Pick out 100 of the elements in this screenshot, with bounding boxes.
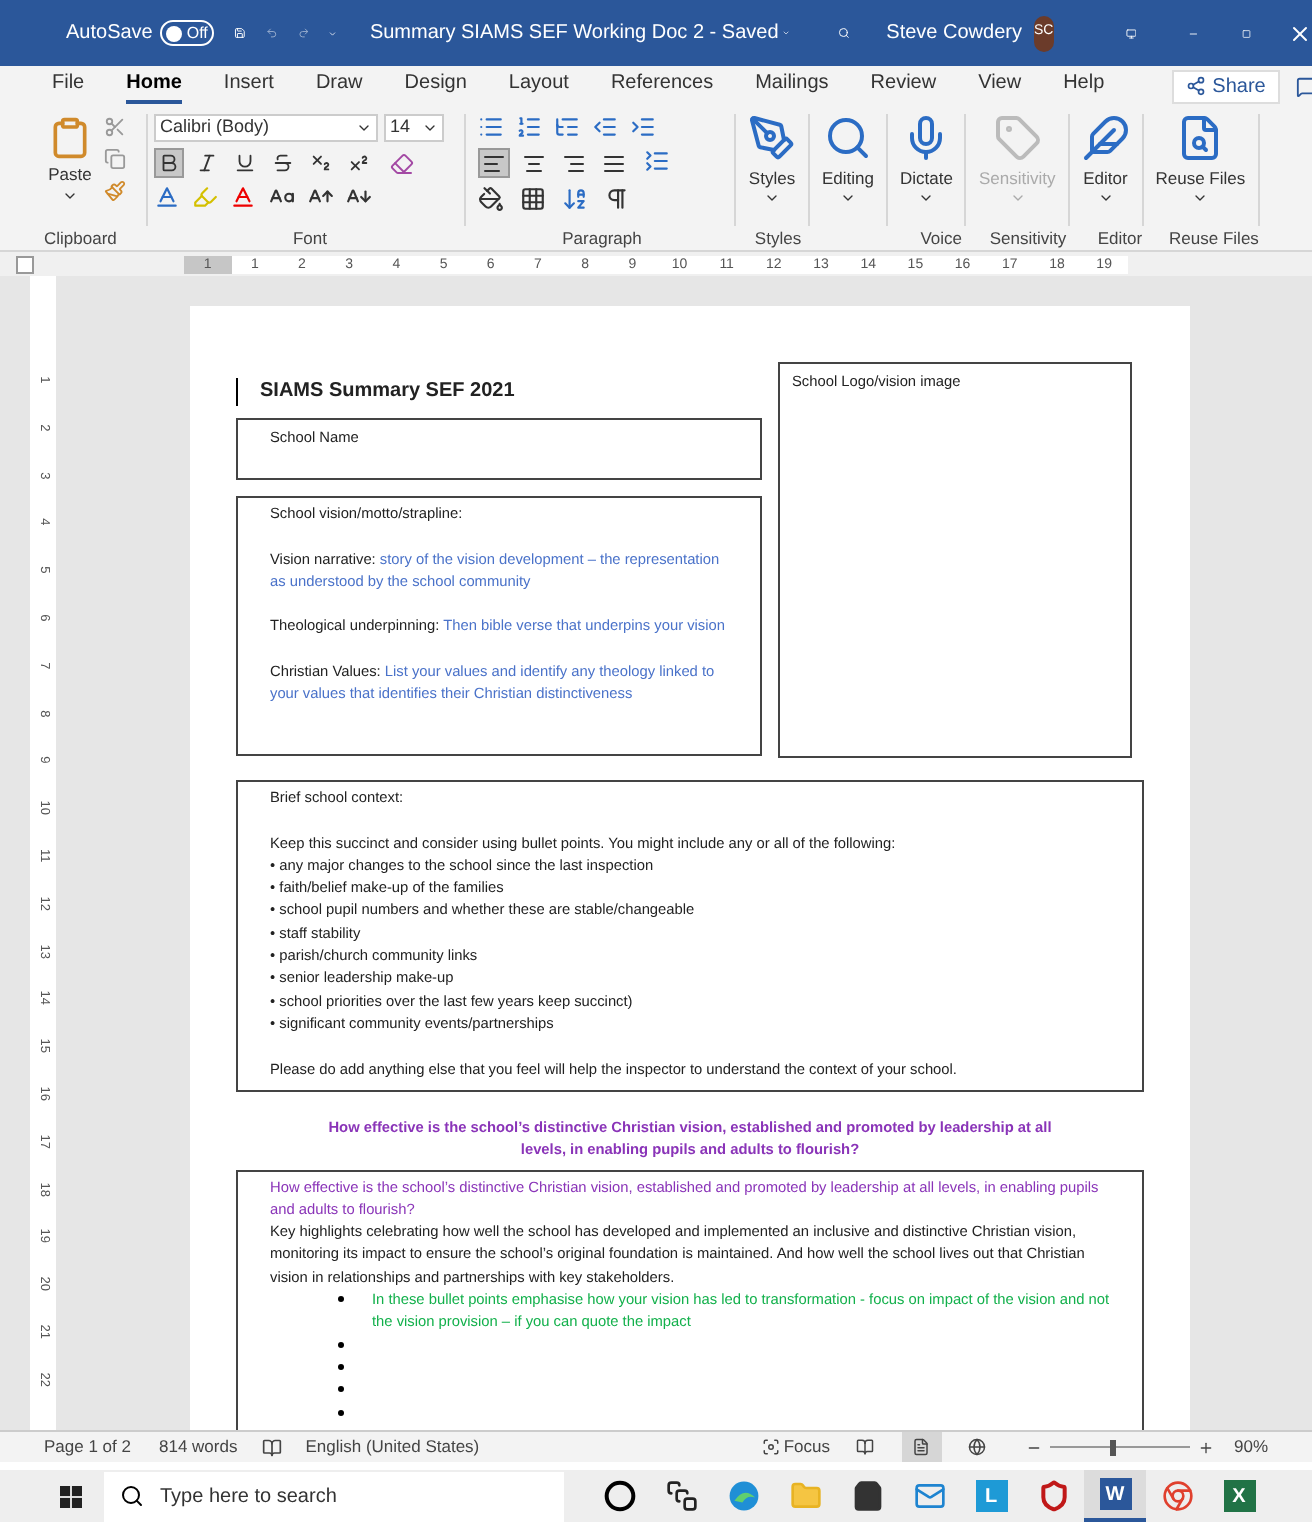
- shield-icon: [1037, 1480, 1069, 1512]
- word-count[interactable]: 814 words: [158, 1434, 238, 1460]
- context-box[interactable]: [236, 780, 1144, 1092]
- ribbon-tab[interactable]: Design: [404, 68, 467, 104]
- taskbar-app[interactable]: X: [1208, 1470, 1270, 1522]
- align-left-button[interactable]: [478, 148, 510, 178]
- browser-icon: [1161, 1480, 1193, 1512]
- mail-icon: [913, 1480, 945, 1512]
- ribbon-tab[interactable]: Layout: [508, 68, 569, 104]
- underline-icon: [234, 152, 256, 174]
- bullet-icon: [338, 1409, 344, 1416]
- zoom-in-icon[interactable]: [1197, 1439, 1214, 1455]
- tab-selector-icon[interactable]: [16, 255, 34, 273]
- editor-button[interactable]: Editor: [1075, 114, 1136, 226]
- text-effects-icon[interactable]: [154, 184, 180, 210]
- borders-icon[interactable]: [520, 186, 546, 212]
- group-label: Voice: [918, 226, 964, 250]
- share-button[interactable]: Share: [1172, 69, 1280, 103]
- group-label: Paragraph: [560, 226, 644, 250]
- align-left-icon: [482, 151, 506, 175]
- vision-box[interactable]: [236, 496, 762, 756]
- bullets-icon[interactable]: [478, 114, 504, 140]
- language[interactable]: English (United States): [305, 1434, 480, 1460]
- ribbon-tab[interactable]: Review: [870, 68, 937, 104]
- pen-icon: [1081, 114, 1130, 162]
- numbering-icon[interactable]: [516, 114, 542, 140]
- app-letter-icon: X: [1223, 1480, 1255, 1512]
- decrease-indent-icon[interactable]: [592, 114, 618, 140]
- app-letter-icon: W: [1099, 1478, 1131, 1510]
- caret-icon: [356, 120, 372, 136]
- ribbon-tab[interactable]: Draw: [315, 68, 363, 104]
- sort-icon[interactable]: [562, 186, 588, 212]
- zoom-slider[interactable]: [1049, 1439, 1190, 1455]
- taskbar-search-field[interactable]: Type here to search: [104, 1471, 564, 1522]
- group-label: Sensitivity: [987, 226, 1069, 250]
- increase-indent-icon[interactable]: [630, 114, 656, 140]
- line-spacing-icon[interactable]: [644, 148, 670, 174]
- caret-icon: [1009, 190, 1026, 206]
- tag-icon: [993, 114, 1042, 162]
- font-size-field[interactable]: 14: [384, 114, 444, 142]
- group-label: Clipboard: [42, 226, 119, 250]
- copy-icon[interactable]: [104, 148, 126, 170]
- bold-icon: [158, 152, 180, 174]
- ribbon-tab[interactable]: Mailings: [755, 68, 829, 104]
- caret-icon: [918, 190, 935, 206]
- ribbon-tab[interactable]: View: [978, 68, 1022, 104]
- comments-icon[interactable]: [1295, 75, 1312, 97]
- folder-icon: [789, 1480, 821, 1512]
- reuse-button[interactable]: Reuse Files: [1149, 114, 1252, 226]
- caret-icon: [840, 190, 856, 206]
- print-layout-button[interactable]: [901, 1432, 942, 1462]
- browser-icon: [727, 1480, 759, 1512]
- italic-icon: [196, 152, 218, 174]
- font-color-icon[interactable]: [230, 184, 256, 210]
- page-count[interactable]: Page 1 of 2: [44, 1434, 131, 1460]
- pilcrow-icon[interactable]: [604, 186, 630, 212]
- bold-button[interactable]: [154, 148, 184, 178]
- styles-button[interactable]: Styles: [742, 114, 802, 226]
- editing-button[interactable]: Editing: [816, 114, 880, 226]
- font-name-field[interactable]: Calibri (Body): [154, 114, 378, 142]
- document-title: SIAMS Summary SEF 2021: [236, 378, 762, 406]
- web-layout-icon: [968, 1438, 987, 1456]
- styles-icon: [748, 114, 796, 162]
- start-icon[interactable]: [60, 1485, 82, 1507]
- cut-icon[interactable]: [104, 116, 126, 138]
- search-icon: [120, 1484, 144, 1508]
- strikethrough-icon: [272, 152, 294, 174]
- clear-formatting-icon[interactable]: [390, 151, 414, 175]
- taskbar-app[interactable]: W: [1084, 1470, 1146, 1522]
- ribbon-tab[interactable]: References: [610, 68, 714, 104]
- group-label: Styles: [752, 226, 804, 250]
- read-mode-icon: [856, 1438, 875, 1456]
- subscript-icon: [310, 152, 332, 174]
- zoom-percent[interactable]: 90%: [1233, 1434, 1268, 1460]
- group-label: Editor: [1095, 226, 1145, 250]
- multilevel-list-icon[interactable]: [554, 114, 580, 140]
- focus-button[interactable]: Focus: [761, 1434, 830, 1460]
- align-center-icon: [522, 151, 546, 175]
- task-view-icon: [665, 1480, 697, 1512]
- shopping-bag-icon: [851, 1480, 883, 1512]
- clipboard-icon: [48, 114, 92, 162]
- proofing-icon[interactable]: [261, 1437, 282, 1457]
- ribbon-tab[interactable]: File: [52, 68, 85, 104]
- shading-icon[interactable]: [478, 186, 504, 212]
- ribbon-tab[interactable]: Insert: [223, 68, 274, 104]
- superscript-icon: [348, 152, 370, 174]
- dictate-button[interactable]: Dictate: [894, 114, 959, 226]
- autosave-toggle[interactable]: Off: [160, 20, 214, 46]
- bullet-icon: [338, 1296, 344, 1303]
- close-icon[interactable]: [1287, 21, 1312, 45]
- ring-icon: [603, 1480, 635, 1512]
- format-painter-icon[interactable]: [104, 180, 126, 202]
- caret-icon: [1097, 190, 1114, 206]
- bullet-icon: [338, 1386, 344, 1393]
- share-icon: [1186, 76, 1207, 96]
- paste-button[interactable]: Paste: [48, 114, 92, 226]
- group-label: Font: [290, 226, 329, 250]
- ribbon-tab[interactable]: Help: [1063, 68, 1105, 104]
- document-title[interactable]: Summary SIAMS SEF Working Doc 2 - Saved: [369, 18, 779, 48]
- search-icon: [824, 114, 872, 162]
